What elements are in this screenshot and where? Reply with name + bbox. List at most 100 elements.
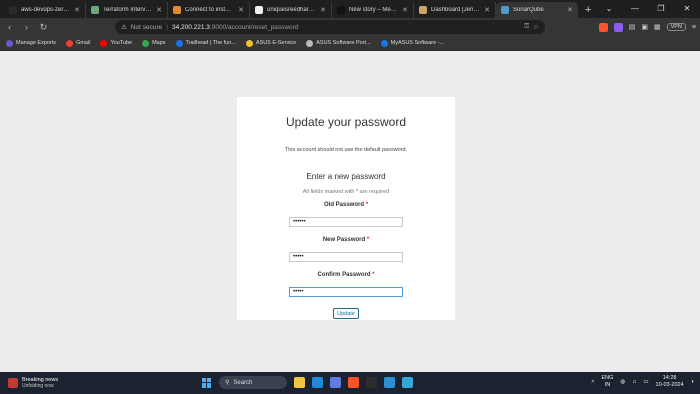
bookmark-item[interactable]: ASUS E-Service <box>245 39 296 47</box>
browser-tab[interactable]: uniquesreedhar/Chatbot ✕ <box>250 2 332 18</box>
required-star: * <box>366 237 370 243</box>
tab-close-icon[interactable]: ✕ <box>74 6 80 14</box>
taskbar: Breaking news Unfolding now ⚲ Search ˄ E… <box>0 372 700 394</box>
maximize-button[interactable]: ❐ <box>648 0 674 18</box>
brave-shield-icon[interactable] <box>598 22 608 32</box>
system-tray: ˄ ENG IN ◍ ♫ ▭ 14:28 10-03-2024 ◑ <box>591 375 694 389</box>
tab-close-icon[interactable]: ✕ <box>484 6 490 14</box>
tab-close-icon[interactable]: ✕ <box>320 6 326 14</box>
wifi-icon[interactable]: ◍ <box>620 379 625 385</box>
confirm-password-label-text: Confirm Password <box>317 272 371 278</box>
taskbar-search[interactable]: ⚲ Search <box>219 376 287 389</box>
vscode-icon[interactable] <box>384 377 395 388</box>
bookmark-item[interactable]: MyASUS Software -... <box>380 39 445 47</box>
bookmark-label: MyASUS Software -... <box>390 40 445 46</box>
bookmark-item[interactable]: ASUS Software Port... <box>306 39 371 47</box>
clock-date: 10-03-2024 <box>655 382 684 388</box>
browser-tab[interactable]: New story – Medium ✕ <box>332 2 414 18</box>
chevron-up-icon[interactable]: ˄ <box>591 379 594 385</box>
old-password-label: Old Password * <box>237 202 455 208</box>
bookmark-label: ASUS Software Port... <box>316 40 371 46</box>
tab-title: Terraform Interview Q&A <box>103 7 153 13</box>
volume-icon[interactable]: ♫ <box>632 379 636 385</box>
address-bar[interactable]: ⚠ Not secure | 34.200.221.3:9000/account… <box>115 20 545 34</box>
bookmark-label: Manage Exports <box>16 40 57 46</box>
bookmarks-bar: Manage Exports Gmail YouTube Maps Trailhead … <box>0 36 700 51</box>
tab-title: Dashboard [Jenkins] <box>431 7 480 13</box>
close-window-button[interactable]: ✕ <box>674 0 700 18</box>
tab-strip: aws-devops-zero-to-hero✕Terraform Interv… <box>0 0 700 18</box>
reload-icon[interactable]: ↻ <box>38 22 49 33</box>
taskbar-search-label: Search <box>233 379 253 386</box>
old-password-input[interactable] <box>289 217 403 227</box>
tab-favicon-icon <box>501 6 509 14</box>
minimize-button[interactable]: — <box>622 0 648 18</box>
explorer-icon[interactable] <box>294 377 305 388</box>
region-code: IN <box>604 382 611 388</box>
bookmark-item[interactable]: YouTube <box>100 39 133 47</box>
menu-icon[interactable]: ≡ <box>692 24 696 31</box>
bookmark-favicon-icon <box>175 39 183 47</box>
bookmark-item[interactable]: Gmail <box>66 39 90 47</box>
bookmark-favicon-icon <box>380 39 388 47</box>
notifications-icon[interactable]: ◑ <box>691 379 694 385</box>
required-star: * <box>365 202 369 208</box>
tab-close-icon[interactable]: ✕ <box>567 6 573 14</box>
tab-favicon-icon <box>9 6 17 14</box>
bookmark-label: YouTube <box>110 40 133 46</box>
page-content: Update your password This account should… <box>0 51 700 372</box>
form-subtitle: Enter a new password <box>306 172 386 181</box>
tab-title: Connect to instance | EC <box>185 7 234 13</box>
tab-favicon-icon <box>173 6 181 14</box>
bookmark-star-icon[interactable]: ☆ <box>533 23 539 31</box>
notepad-icon[interactable] <box>402 377 413 388</box>
store-icon[interactable] <box>330 377 341 388</box>
required-star: * <box>372 272 375 278</box>
browser-tab[interactable]: SonarQube ✕ <box>496 2 578 18</box>
bookmark-favicon-icon <box>306 39 314 47</box>
bookmark-item[interactable]: Manage Exports <box>6 39 57 47</box>
confirm-password-label: Confirm Password * <box>237 272 455 278</box>
brave-icon[interactable] <box>348 377 359 388</box>
security-label: Not secure <box>130 23 163 31</box>
tab-close-icon[interactable]: ✕ <box>238 6 244 14</box>
browser-tab[interactable]: Dashboard [Jenkins] ✕ <box>414 2 496 18</box>
bookmark-item[interactable]: Trailhead | The fun... <box>175 39 236 47</box>
wallet-icon[interactable]: ▦ <box>654 23 661 31</box>
required-note: All fields marked with * are required <box>237 189 455 195</box>
search-icon: ⚲ <box>225 380 230 386</box>
language-code: ENG <box>601 375 614 381</box>
window-controls: ⌄ — ❐ ✕ <box>596 0 700 18</box>
bookmark-label: Maps <box>152 40 166 46</box>
sidebar-icon[interactable]: ▤ <box>629 23 636 31</box>
language-indicator[interactable]: ENG IN <box>601 375 613 389</box>
confirm-password-input[interactable] <box>289 287 403 297</box>
edge-icon[interactable] <box>312 377 323 388</box>
browser-toolbar: ‹ › ↻ ⚠ Not secure | 34.200.221.3:9000/a… <box>0 18 700 36</box>
browser-tab[interactable]: Connect to instance | EC ✕ <box>168 2 250 18</box>
terminal-icon[interactable] <box>366 377 377 388</box>
tab-close-icon[interactable]: ✕ <box>402 6 408 14</box>
vpn-button[interactable]: VPN <box>666 23 686 31</box>
back-icon[interactable]: ‹ <box>4 22 15 32</box>
forward-icon[interactable]: › <box>21 22 32 32</box>
tab-close-icon[interactable]: ✕ <box>156 6 162 14</box>
new-password-input[interactable] <box>289 252 403 262</box>
old-password-field: Old Password * <box>237 202 455 228</box>
rewards-icon[interactable] <box>613 22 623 32</box>
extensions-icon[interactable]: ▣ <box>641 23 648 31</box>
bookmark-favicon-icon <box>6 39 13 47</box>
url-host: 34.200.221.3 <box>171 23 210 31</box>
update-button[interactable]: Update <box>333 308 359 319</box>
browser-tab[interactable]: aws-devops-zero-to-hero✕ <box>4 2 86 18</box>
windows-start-icon[interactable] <box>202 377 212 388</box>
clock[interactable]: 14:28 10-03-2024 <box>656 375 684 389</box>
tab-search-button[interactable]: ⌄ <box>596 0 622 18</box>
battery-icon[interactable]: ▭ <box>643 379 648 385</box>
new-password-field: New Password * <box>237 237 455 263</box>
bookmark-item[interactable]: Maps <box>142 39 166 47</box>
news-widget[interactable]: Breaking news Unfolding now <box>0 377 190 389</box>
warning-icon[interactable]: ⚠ <box>121 23 127 31</box>
key-icon[interactable]: ⚿ <box>524 23 529 31</box>
browser-tab[interactable]: Terraform Interview Q&A✕ <box>86 2 168 18</box>
